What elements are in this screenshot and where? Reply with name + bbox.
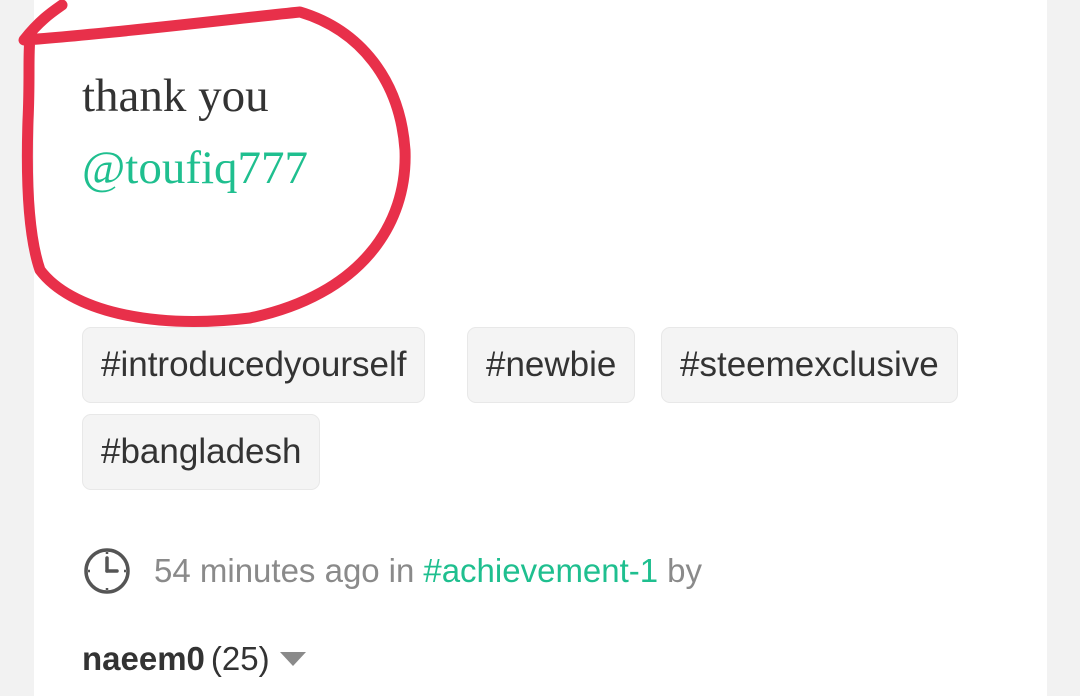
user-mention-link[interactable]: @toufiq777 [82,132,308,204]
category-link[interactable]: #achievement-1 [423,552,658,590]
clock-icon [84,548,130,594]
author-reputation: (25) [210,640,270,677]
post-timestamp: 54 minutes ago [154,552,380,589]
caret-down-icon[interactable] [279,652,306,666]
meta-by-word: by [667,552,703,589]
author-row: naeem0 (25) [82,640,306,678]
meta-in-word: in [388,552,415,589]
tag-steemexclusive[interactable]: #steemexclusive [661,327,958,403]
tag-introducedyourself[interactable]: #introducedyourself [82,327,426,403]
tag-newbie[interactable]: #newbie [467,327,636,403]
post-body-text: thank you [82,70,269,122]
post-body: thank you @toufiq777 [82,60,308,204]
tag-bangladesh[interactable]: #bangladesh [82,414,321,490]
post-meta: 54 minutes ago in #achievement-1 by [82,545,702,597]
author-name-link[interactable]: naeem0 [82,640,205,678]
